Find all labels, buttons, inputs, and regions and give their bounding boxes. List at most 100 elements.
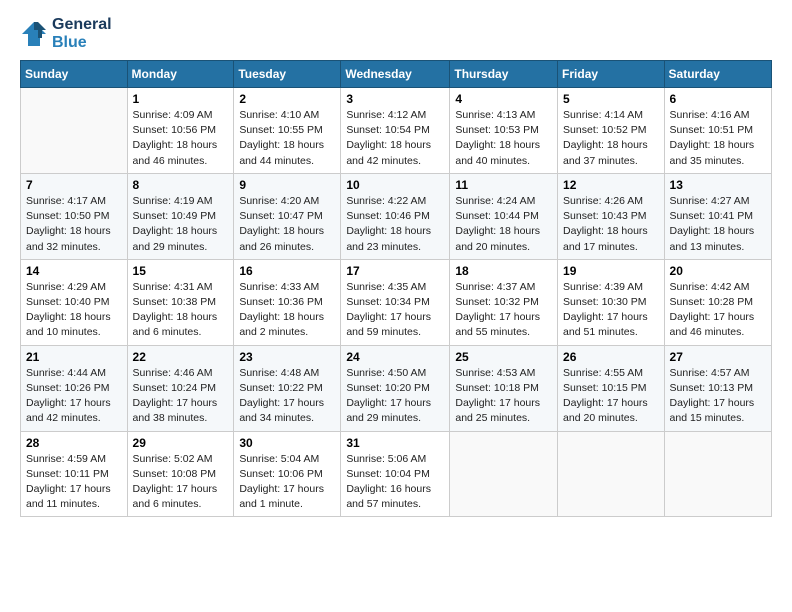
calendar-cell: 8 Sunrise: 4:19 AMSunset: 10:49 PMDayligh…: [127, 173, 234, 259]
day-info: Sunrise: 4:59 AMSunset: 10:11 PMDaylight…: [26, 452, 122, 513]
calendar-cell: 27 Sunrise: 4:57 AMSunset: 10:13 PMDaylig…: [664, 345, 771, 431]
calendar-cell: 16 Sunrise: 4:33 AMSunset: 10:36 PMDaylig…: [234, 259, 341, 345]
day-number: 17: [346, 264, 444, 278]
day-info: Sunrise: 4:37 AMSunset: 10:32 PMDaylight…: [455, 280, 552, 341]
calendar-table: SundayMondayTuesdayWednesdayThursdayFrid…: [20, 60, 772, 517]
calendar-cell: 14 Sunrise: 4:29 AMSunset: 10:40 PMDaylig…: [21, 259, 128, 345]
day-number: 27: [670, 350, 766, 364]
day-info: Sunrise: 5:04 AMSunset: 10:06 PMDaylight…: [239, 452, 335, 513]
calendar-week-1: 1 Sunrise: 4:09 AMSunset: 10:56 PMDayligh…: [21, 88, 772, 174]
day-info: Sunrise: 4:19 AMSunset: 10:49 PMDaylight…: [133, 194, 229, 255]
day-number: 11: [455, 178, 552, 192]
weekday-header-friday: Friday: [558, 61, 665, 88]
day-info: Sunrise: 4:42 AMSunset: 10:28 PMDaylight…: [670, 280, 766, 341]
day-number: 7: [26, 178, 122, 192]
day-info: Sunrise: 4:14 AMSunset: 10:52 PMDaylight…: [563, 108, 659, 169]
day-number: 6: [670, 92, 766, 106]
day-number: 25: [455, 350, 552, 364]
weekday-header-saturday: Saturday: [664, 61, 771, 88]
day-number: 24: [346, 350, 444, 364]
day-info: Sunrise: 4:26 AMSunset: 10:43 PMDaylight…: [563, 194, 659, 255]
day-info: Sunrise: 4:29 AMSunset: 10:40 PMDaylight…: [26, 280, 122, 341]
day-info: Sunrise: 4:09 AMSunset: 10:56 PMDaylight…: [133, 108, 229, 169]
logo-icon: [20, 20, 48, 48]
day-info: Sunrise: 4:50 AMSunset: 10:20 PMDaylight…: [346, 366, 444, 427]
day-info: Sunrise: 4:24 AMSunset: 10:44 PMDaylight…: [455, 194, 552, 255]
calendar-week-2: 7 Sunrise: 4:17 AMSunset: 10:50 PMDayligh…: [21, 173, 772, 259]
day-info: Sunrise: 4:55 AMSunset: 10:15 PMDaylight…: [563, 366, 659, 427]
day-info: Sunrise: 4:39 AMSunset: 10:30 PMDaylight…: [563, 280, 659, 341]
day-number: 28: [26, 436, 122, 450]
calendar-cell: 25 Sunrise: 4:53 AMSunset: 10:18 PMDaylig…: [450, 345, 558, 431]
calendar-cell: 10Sunrise: 4:22 AMSunset: 10:46 PMDaylig…: [341, 173, 450, 259]
calendar-cell: 20Sunrise: 4:42 AMSunset: 10:28 PMDaylig…: [664, 259, 771, 345]
calendar-cell: 7 Sunrise: 4:17 AMSunset: 10:50 PMDayligh…: [21, 173, 128, 259]
day-info: Sunrise: 4:10 AMSunset: 10:55 PMDaylight…: [239, 108, 335, 169]
calendar-cell: 5Sunrise: 4:14 AMSunset: 10:52 PMDayligh…: [558, 88, 665, 174]
calendar-cell: 26 Sunrise: 4:55 AMSunset: 10:15 PMDaylig…: [558, 345, 665, 431]
calendar-cell: [558, 431, 665, 517]
calendar-week-3: 14 Sunrise: 4:29 AMSunset: 10:40 PMDaylig…: [21, 259, 772, 345]
weekday-header-tuesday: Tuesday: [234, 61, 341, 88]
calendar-cell: [664, 431, 771, 517]
calendar-cell: 11 Sunrise: 4:24 AMSunset: 10:44 PMDaylig…: [450, 173, 558, 259]
calendar-cell: 3 Sunrise: 4:12 AMSunset: 10:54 PMDayligh…: [341, 88, 450, 174]
day-number: 2: [239, 92, 335, 106]
day-info: Sunrise: 4:57 AMSunset: 10:13 PMDaylight…: [670, 366, 766, 427]
calendar-cell: 21Sunrise: 4:44 AMSunset: 10:26 PMDaylig…: [21, 345, 128, 431]
day-number: 4: [455, 92, 552, 106]
day-number: 29: [133, 436, 229, 450]
day-info: Sunrise: 4:12 AMSunset: 10:54 PMDaylight…: [346, 108, 444, 169]
day-info: Sunrise: 4:13 AMSunset: 10:53 PMDaylight…: [455, 108, 552, 169]
calendar-cell: [450, 431, 558, 517]
page: General Blue SundayMondayTuesdayWednesda…: [0, 0, 792, 527]
calendar-cell: 31Sunrise: 5:06 AMSunset: 10:04 PMDaylig…: [341, 431, 450, 517]
day-info: Sunrise: 4:48 AMSunset: 10:22 PMDaylight…: [239, 366, 335, 427]
day-info: Sunrise: 4:17 AMSunset: 10:50 PMDaylight…: [26, 194, 122, 255]
day-info: Sunrise: 4:33 AMSunset: 10:36 PMDaylight…: [239, 280, 335, 341]
day-number: 10: [346, 178, 444, 192]
weekday-header-monday: Monday: [127, 61, 234, 88]
calendar-week-5: 28 Sunrise: 4:59 AMSunset: 10:11 PMDaylig…: [21, 431, 772, 517]
day-number: 15: [133, 264, 229, 278]
day-number: 3: [346, 92, 444, 106]
calendar-cell: 18Sunrise: 4:37 AMSunset: 10:32 PMDaylig…: [450, 259, 558, 345]
calendar-cell: 13 Sunrise: 4:27 AMSunset: 10:41 PMDaylig…: [664, 173, 771, 259]
day-info: Sunrise: 5:02 AMSunset: 10:08 PMDaylight…: [133, 452, 229, 513]
day-number: 12: [563, 178, 659, 192]
day-number: 30: [239, 436, 335, 450]
calendar-cell: 29 Sunrise: 5:02 AMSunset: 10:08 PMDaylig…: [127, 431, 234, 517]
calendar-cell: 22Sunrise: 4:46 AMSunset: 10:24 PMDaylig…: [127, 345, 234, 431]
calendar-week-4: 21Sunrise: 4:44 AMSunset: 10:26 PMDaylig…: [21, 345, 772, 431]
calendar-cell: [21, 88, 128, 174]
day-info: Sunrise: 4:31 AMSunset: 10:38 PMDaylight…: [133, 280, 229, 341]
weekday-header-wednesday: Wednesday: [341, 61, 450, 88]
day-number: 8: [133, 178, 229, 192]
day-info: Sunrise: 4:27 AMSunset: 10:41 PMDaylight…: [670, 194, 766, 255]
calendar-cell: 24 Sunrise: 4:50 AMSunset: 10:20 PMDaylig…: [341, 345, 450, 431]
day-info: Sunrise: 4:16 AMSunset: 10:51 PMDaylight…: [670, 108, 766, 169]
weekday-header-thursday: Thursday: [450, 61, 558, 88]
weekday-header-row: SundayMondayTuesdayWednesdayThursdayFrid…: [21, 61, 772, 88]
day-number: 9: [239, 178, 335, 192]
day-number: 22: [133, 350, 229, 364]
day-info: Sunrise: 4:53 AMSunset: 10:18 PMDaylight…: [455, 366, 552, 427]
calendar-cell: 6 Sunrise: 4:16 AMSunset: 10:51 PMDayligh…: [664, 88, 771, 174]
calendar-cell: 2 Sunrise: 4:10 AMSunset: 10:55 PMDayligh…: [234, 88, 341, 174]
day-number: 1: [133, 92, 229, 106]
day-number: 19: [563, 264, 659, 278]
calendar-cell: 23 Sunrise: 4:48 AMSunset: 10:22 PMDaylig…: [234, 345, 341, 431]
day-number: 26: [563, 350, 659, 364]
day-number: 16: [239, 264, 335, 278]
day-number: 23: [239, 350, 335, 364]
calendar-cell: 17Sunrise: 4:35 AMSunset: 10:34 PMDaylig…: [341, 259, 450, 345]
calendar-cell: 19 Sunrise: 4:39 AMSunset: 10:30 PMDaylig…: [558, 259, 665, 345]
calendar-cell: 4 Sunrise: 4:13 AMSunset: 10:53 PMDayligh…: [450, 88, 558, 174]
day-number: 14: [26, 264, 122, 278]
day-number: 13: [670, 178, 766, 192]
calendar-cell: 1 Sunrise: 4:09 AMSunset: 10:56 PMDayligh…: [127, 88, 234, 174]
day-number: 21: [26, 350, 122, 364]
header: General Blue: [20, 16, 772, 52]
day-info: Sunrise: 4:20 AMSunset: 10:47 PMDaylight…: [239, 194, 335, 255]
logo: General Blue: [20, 16, 112, 52]
